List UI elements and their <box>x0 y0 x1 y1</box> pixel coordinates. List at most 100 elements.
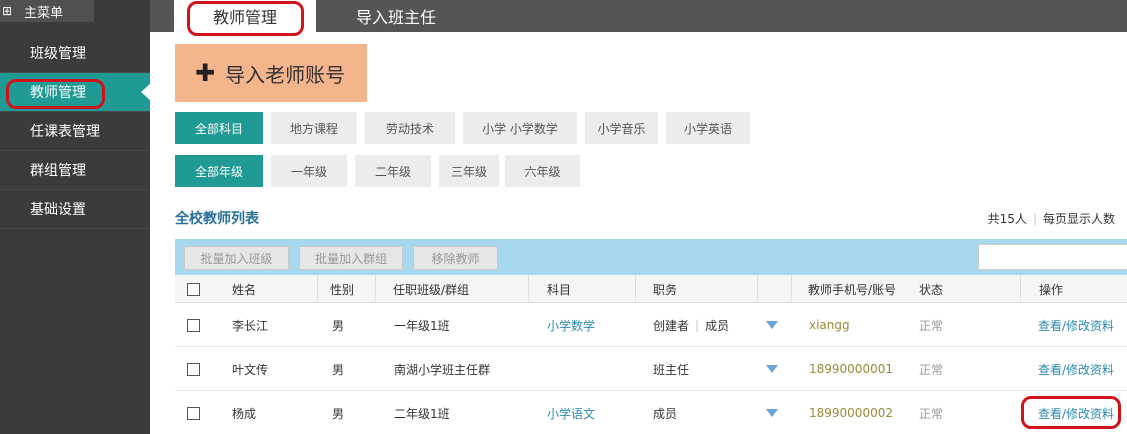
view-edit-link[interactable]: 查看/修改资料 <box>1038 391 1114 434</box>
menu-tree-icon: ⊞ <box>2 4 13 18</box>
teacher-gender: 男 <box>332 318 345 333</box>
header-status: 状态 <box>919 282 944 297</box>
teacher-role: 创建者 | 成员 <box>653 303 729 347</box>
filter-grade-3[interactable]: 三年级 <box>439 155 499 187</box>
search-input[interactable] <box>978 244 1127 270</box>
teacher-status: 正常 <box>919 406 944 421</box>
sidebar-item-group-management[interactable]: 群组管理 <box>0 151 150 190</box>
sidebar-item-class-management[interactable]: 班级管理 <box>0 34 150 73</box>
batch-add-group-button[interactable]: 批量加入群组 <box>299 246 403 270</box>
filter-label: 小学英语 <box>683 121 732 136</box>
tab-label: 教师管理 <box>212 8 277 27</box>
filter-subject-all[interactable]: 全部科目 <box>175 112 263 144</box>
row-checkbox[interactable] <box>187 303 200 347</box>
teacher-name: 叶文传 <box>232 362 269 377</box>
teacher-role: 班主任 <box>653 362 690 377</box>
main-menu-header[interactable]: ⊞ 主菜单 <box>0 0 94 22</box>
header-gender: 性别 <box>330 282 355 297</box>
header-name[interactable]: 姓名 <box>232 275 256 303</box>
main-content: ✚ 导入老师账号 全部科目 地方课程 劳动技术 小学 小学数学 小学音乐 小学英… <box>150 32 1127 434</box>
filter-subject-math[interactable]: 小学 小学数学 <box>463 112 577 144</box>
button-label: 批量加入群组 <box>314 251 387 266</box>
teacher-gender: 男 <box>332 406 345 421</box>
list-count-info: 共15人 | 每页显示人数 <box>988 210 1115 227</box>
table-header: 姓名 性别 任职班级/群组 科目 职务 教师手机号/账号 状态 操作 <box>175 275 1127 303</box>
batch-add-class-button[interactable]: 批量加入班级 <box>184 246 289 270</box>
button-label: 移除教师 <box>431 251 480 266</box>
teacher-class: 二年级1班 <box>394 406 450 421</box>
view-edit-link[interactable]: 查看/修改资料 <box>1038 303 1114 347</box>
button-label: 批量加入班级 <box>200 251 273 266</box>
table-row: 杨成 男 二年级1班 小学语文 成员 18990000002 正常 查看/修改资… <box>175 391 1127 434</box>
filter-label: 劳动技术 <box>385 121 434 136</box>
filter-label: 全部科目 <box>194 121 243 136</box>
sidebar: ⊞ 主菜单 班级管理 教师管理 任课表管理 群组管理 基础设置 <box>0 0 150 434</box>
filter-grade-all[interactable]: 全部年级 <box>175 155 263 187</box>
tab-label: 导入班主任 <box>355 8 436 27</box>
tab-import-head-teacher[interactable]: 导入班主任 <box>330 0 462 32</box>
select-all-checkbox[interactable] <box>187 275 200 303</box>
role-dropdown-icon[interactable] <box>766 303 778 347</box>
filter-label: 小学 小学数学 <box>482 121 558 136</box>
teacher-class: 一年级1班 <box>394 318 450 333</box>
sidebar-item-label: 班级管理 <box>30 46 86 62</box>
filter-label: 二年级 <box>374 164 411 179</box>
per-page-label[interactable]: 每页显示人数 <box>1043 212 1115 226</box>
role-dropdown-icon[interactable] <box>766 347 778 391</box>
teacher-status: 正常 <box>919 362 944 377</box>
batch-toolbar: 批量加入班级 批量加入群组 移除教师 <box>175 239 1127 275</box>
filter-label: 小学音乐 <box>597 121 646 136</box>
teacher-status: 正常 <box>919 318 944 333</box>
filter-label: 六年级 <box>524 164 561 179</box>
total-count: 共15人 <box>987 212 1027 226</box>
import-teacher-account-button[interactable]: ✚ 导入老师账号 <box>175 44 367 102</box>
filter-grade-1[interactable]: 一年级 <box>271 155 347 187</box>
top-tab-bar: 教师管理 导入班主任 <box>150 0 1127 32</box>
role-member: 成员 <box>705 318 730 333</box>
sidebar-item-label: 教师管理 <box>30 85 86 101</box>
plus-icon: ✚ <box>195 59 216 87</box>
teacher-name: 李长江 <box>232 318 269 333</box>
filter-label: 地方课程 <box>289 121 338 136</box>
header-class-group: 任职班级/群组 <box>393 282 470 297</box>
teacher-account: xiangg <box>809 318 850 332</box>
sidebar-item-schedule-management[interactable]: 任课表管理 <box>0 112 150 151</box>
sidebar-item-basic-settings[interactable]: 基础设置 <box>0 190 150 229</box>
sidebar-item-label: 群组管理 <box>30 163 86 179</box>
teacher-role: 成员 <box>653 406 678 421</box>
filter-grade-2[interactable]: 二年级 <box>355 155 431 187</box>
filter-label: 一年级 <box>290 164 327 179</box>
filter-subject-local[interactable]: 地方课程 <box>271 112 357 144</box>
header-action: 操作 <box>1039 282 1064 297</box>
filter-label: 三年级 <box>450 164 487 179</box>
remove-teacher-button[interactable]: 移除教师 <box>413 246 498 270</box>
header-role: 职务 <box>653 282 678 297</box>
active-pointer-icon <box>141 84 150 100</box>
teacher-class: 南湖小学班主任群 <box>394 362 491 377</box>
import-button-label: 导入老师账号 <box>225 62 346 87</box>
teacher-list-title: 全校教师列表 <box>175 211 259 227</box>
filter-subject-music[interactable]: 小学音乐 <box>585 112 658 144</box>
header-subject: 科目 <box>547 282 572 297</box>
filter-grade-6[interactable]: 六年级 <box>505 155 580 187</box>
role-dropdown-icon[interactable] <box>766 391 778 434</box>
row-checkbox[interactable] <box>187 347 200 391</box>
filter-subject-english[interactable]: 小学英语 <box>666 112 750 144</box>
teacher-account: 18990000002 <box>809 406 893 420</box>
teacher-subject[interactable]: 小学数学 <box>547 303 595 347</box>
filter-subject-labor[interactable]: 劳动技术 <box>365 112 455 144</box>
teacher-subject[interactable]: 小学语文 <box>547 391 595 434</box>
row-checkbox[interactable] <box>187 391 200 434</box>
sidebar-item-teacher-management[interactable]: 教师管理 <box>0 73 150 112</box>
divider: | <box>695 318 700 332</box>
table-row: 李长江 男 一年级1班 小学数学 创建者 | 成员 xiangg 正常 查看/修改资… <box>175 303 1127 347</box>
teacher-name: 杨成 <box>232 406 257 421</box>
teacher-gender: 男 <box>332 362 345 377</box>
view-edit-link[interactable]: 查看/修改资料 <box>1038 347 1114 391</box>
main-menu-label: 主菜单 <box>24 5 64 21</box>
table-row: 叶文传 男 南湖小学班主任群 班主任 18990000001 正常 查看/修改资… <box>175 347 1127 391</box>
teacher-account: 18990000001 <box>809 362 893 376</box>
sidebar-item-label: 基础设置 <box>30 202 86 218</box>
tab-teacher-management[interactable]: 教师管理 <box>174 0 316 32</box>
role-creator: 创建者 <box>653 318 690 333</box>
